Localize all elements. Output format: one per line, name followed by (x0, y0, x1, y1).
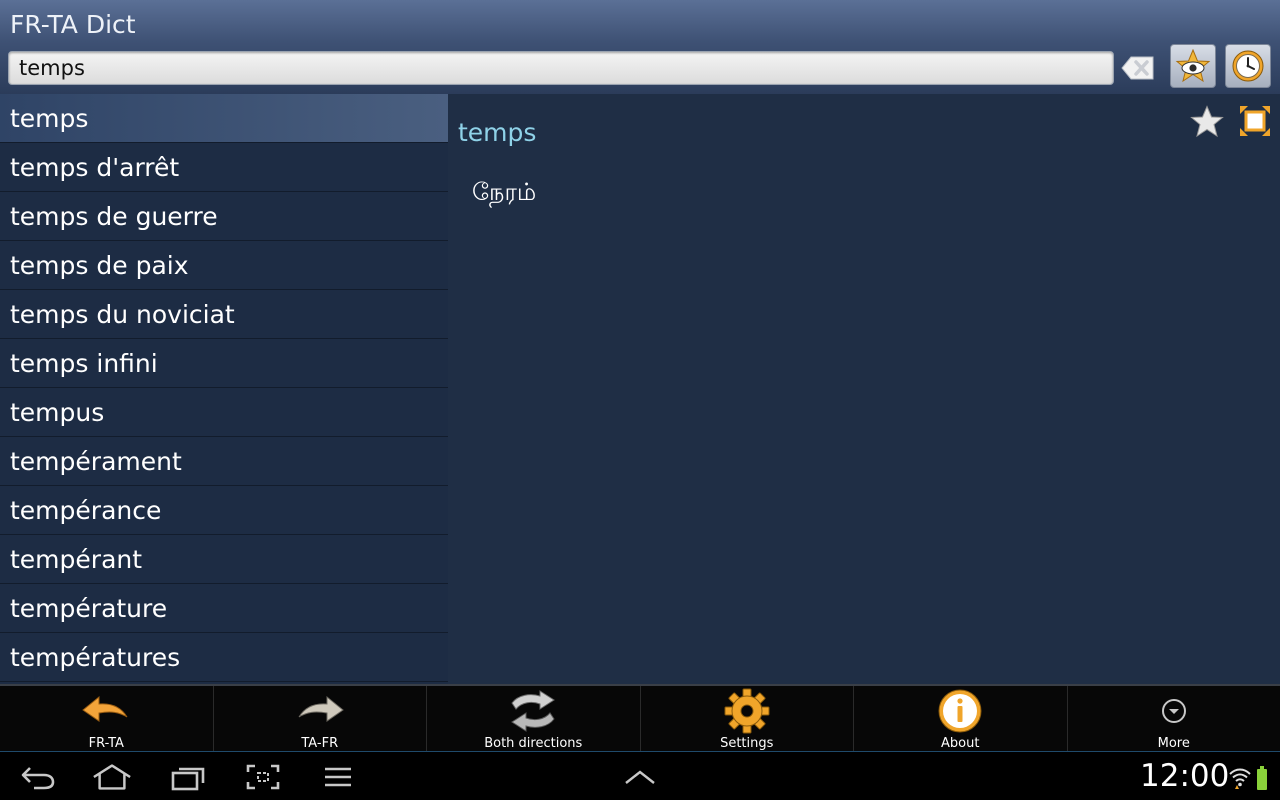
word-list-item[interactable]: tempérant (0, 535, 448, 584)
info-icon (935, 688, 985, 734)
clock-icon (1232, 50, 1264, 82)
about-button[interactable]: About (854, 686, 1068, 751)
recent-apps-button[interactable] (168, 760, 208, 794)
expand-up-button[interactable] (620, 760, 660, 794)
wifi-icon (1229, 768, 1251, 789)
fr-ta-button[interactable]: FR-TA (0, 686, 214, 751)
chevron-up-icon (625, 770, 655, 784)
bottom-toolbar: FR-TA TA-FR Both directions Settings Abo… (0, 684, 1280, 752)
translation-text: நேரம் (472, 178, 537, 206)
arrow-left-icon (81, 688, 131, 734)
recent-apps-icon (171, 767, 205, 791)
favorites-view-button[interactable] (1170, 44, 1216, 88)
app-window: FR-TA Dict temps temps temps d'arrêt tem… (0, 0, 1280, 800)
word-list-item[interactable]: température (0, 584, 448, 633)
word-list-item[interactable]: tempérament (0, 437, 448, 486)
more-button[interactable]: More (1068, 686, 1280, 751)
system-navigation-bar: 12:00 (0, 752, 1280, 800)
word-list-item[interactable]: temps de guerre (0, 192, 448, 241)
headword: temps (458, 118, 537, 147)
search-input[interactable] (9, 52, 1113, 84)
app-title: FR-TA Dict (10, 10, 136, 39)
toolbar-label: TA-FR (301, 736, 339, 751)
settings-button[interactable]: Settings (641, 686, 854, 751)
word-list-item[interactable]: temps de paix (0, 241, 448, 290)
word-list-item[interactable]: temps du noviciat (0, 290, 448, 339)
ta-fr-button[interactable]: TA-FR (214, 686, 427, 751)
swap-icon (508, 688, 558, 734)
toolbar-label: About (941, 736, 980, 751)
toolbar-label: Settings (720, 736, 774, 751)
status-icons (1228, 764, 1274, 792)
menu-button[interactable] (318, 760, 358, 794)
back-button[interactable] (18, 760, 58, 794)
clear-search-button[interactable] (1120, 53, 1156, 83)
word-list-item[interactable]: tempérance (0, 486, 448, 535)
chevron-down-icon (1149, 688, 1199, 734)
screenshot-button[interactable] (243, 760, 283, 794)
home-button[interactable] (92, 760, 132, 794)
star-eye-icon (1175, 49, 1211, 83)
clear-icon (1121, 56, 1154, 80)
toolbar-label: FR-TA (88, 736, 124, 751)
translation-pane: temps நேரம் (448, 94, 1280, 684)
both-directions-button[interactable]: Both directions (427, 686, 641, 751)
home-icon (93, 764, 131, 790)
word-list: temps temps d'arrêt temps de guerre temp… (0, 94, 448, 684)
add-favorite-button[interactable] (1188, 102, 1226, 140)
history-button[interactable] (1225, 44, 1271, 88)
arrow-right-icon (295, 688, 345, 734)
word-list-item[interactable]: temps d'arrêt (0, 143, 448, 192)
word-list-item[interactable]: tempus (0, 388, 448, 437)
word-list-item[interactable]: temps (0, 94, 448, 143)
word-list-item[interactable]: temps infini (0, 339, 448, 388)
fullscreen-icon (1240, 106, 1270, 136)
status-clock: 12:00 (1140, 758, 1230, 794)
toolbar-label: Both directions (484, 736, 583, 751)
fullscreen-button[interactable] (1236, 102, 1274, 140)
star-icon (1190, 104, 1224, 137)
word-list-item[interactable]: températures (0, 633, 448, 682)
screenshot-icon (246, 764, 280, 790)
gear-icon (722, 688, 772, 734)
toolbar-label: More (1157, 736, 1190, 751)
header-bar: FR-TA Dict (0, 0, 1280, 94)
menu-icon (325, 767, 351, 787)
battery-icon (1257, 766, 1267, 790)
search-field[interactable] (8, 51, 1114, 85)
back-icon (21, 767, 55, 790)
